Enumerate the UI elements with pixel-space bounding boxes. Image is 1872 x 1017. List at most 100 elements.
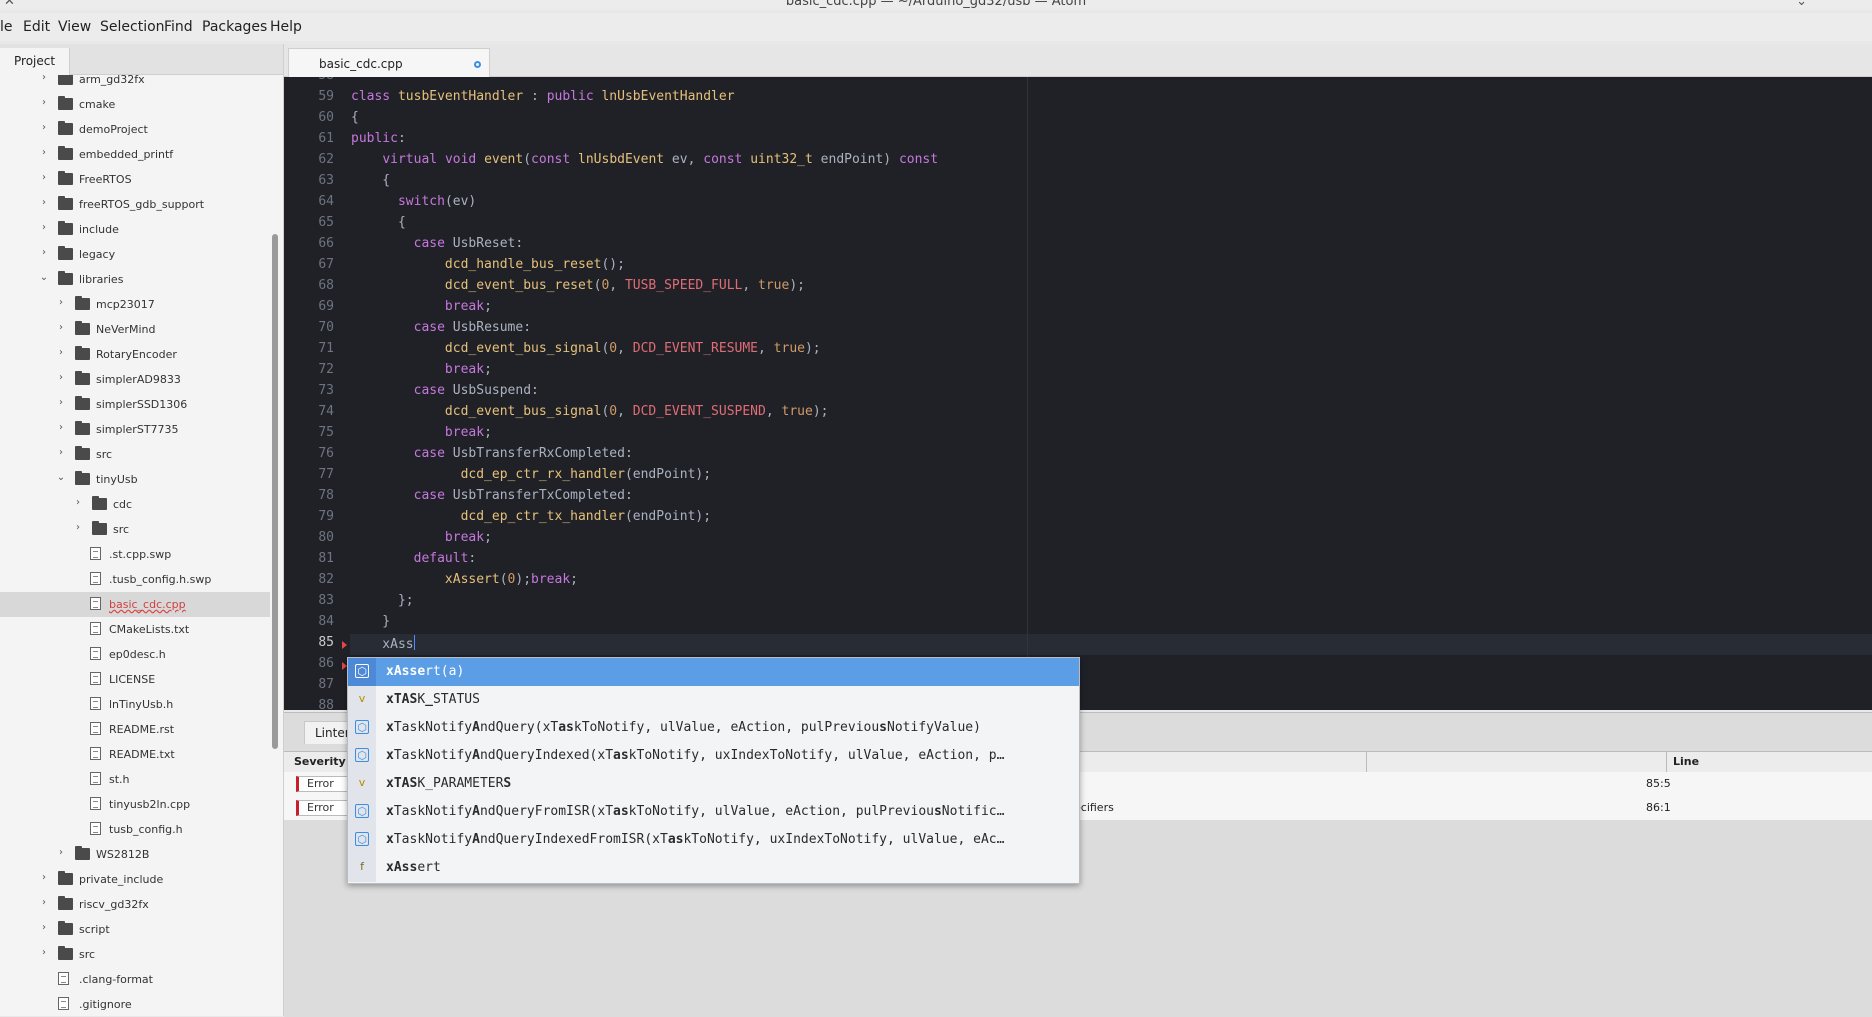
tree-folder-libraries[interactable]: ⌄ libraries xyxy=(0,267,270,292)
line-header[interactable]: Line xyxy=(1673,755,1699,768)
chevron-right-icon[interactable]: › xyxy=(39,897,49,908)
tree-file-tusb-config-h[interactable]: tusb_config.h xyxy=(0,817,270,842)
chevron-right-icon[interactable]: › xyxy=(39,947,49,958)
lint-error-marker-icon[interactable] xyxy=(342,641,347,649)
tree-folder-simplerssd1306[interactable]: › simplerSSD1306 xyxy=(0,392,270,417)
autocomplete-suggestion[interactable]: ⬡ xTaskNotifyAndQueryIndexedFromISR(xTask… xyxy=(348,826,1079,854)
chevron-right-icon[interactable]: › xyxy=(39,247,49,258)
tree-folder-mcp23017[interactable]: › mcp23017 xyxy=(0,292,270,317)
chevron-right-icon[interactable]: › xyxy=(39,197,49,208)
menu-view[interactable]: View xyxy=(58,19,91,35)
tree-folder-freertos-gdb-support[interactable]: › freeRTOS_gdb_support xyxy=(0,192,270,217)
tree-folder-legacy[interactable]: › legacy xyxy=(0,242,270,267)
chevron-right-icon[interactable]: › xyxy=(73,497,83,508)
chevron-down-icon[interactable]: ⌄ xyxy=(56,472,66,483)
chevron-right-icon[interactable]: › xyxy=(39,75,49,83)
tree-folder-tinyusb[interactable]: ⌄ tinyUsb xyxy=(0,467,270,492)
code-line[interactable]: case UsbTransferRxCompleted: xyxy=(351,446,633,467)
tree-folder-script[interactable]: › script xyxy=(0,917,270,942)
menu-selection[interactable]: Selection xyxy=(100,19,165,35)
code-line[interactable]: dcd_handle_bus_reset(); xyxy=(351,257,625,278)
tree-folder-simplerst7735[interactable]: › simplerST7735 xyxy=(0,417,270,442)
code-line[interactable]: { xyxy=(351,110,359,131)
chevron-right-icon[interactable]: › xyxy=(39,122,49,133)
chevron-right-icon[interactable]: › xyxy=(39,147,49,158)
chevron-right-icon[interactable]: › xyxy=(56,447,66,458)
code-line[interactable]: default: xyxy=(351,551,477,572)
chevron-right-icon[interactable]: › xyxy=(56,422,66,433)
code-line[interactable]: break; xyxy=(351,299,492,320)
code-line[interactable]: case UsbReset: xyxy=(351,236,524,257)
tree-file-license[interactable]: LICENSE xyxy=(0,667,270,692)
chevron-right-icon[interactable]: › xyxy=(56,397,66,408)
tree-file-gitignore[interactable]: .gitignore xyxy=(0,992,270,1016)
window-controls[interactable]: ⌄ ⌃ xyxy=(1796,0,1864,9)
lint-line-link[interactable]: 86:1 xyxy=(1646,801,1671,814)
menu-file[interactable]: le xyxy=(0,19,13,35)
tree-file-readme-rst[interactable]: README.rst xyxy=(0,717,270,742)
menu-edit[interactable]: Edit xyxy=(23,19,50,35)
autocomplete-suggestion[interactable]: f xAssert xyxy=(348,854,1079,882)
chevron-right-icon[interactable]: › xyxy=(56,322,66,333)
tree-file-tusb-config-h-swp[interactable]: .tusb_config.h.swp xyxy=(0,567,270,592)
tree-folder-private-include[interactable]: › private_include xyxy=(0,867,270,892)
code-line[interactable]: xAssert(0);break; xyxy=(351,572,578,593)
tree-folder-src[interactable]: › src xyxy=(0,442,270,467)
tree-folder-src[interactable]: › src xyxy=(0,942,270,967)
chevron-right-icon[interactable]: › xyxy=(56,847,66,858)
chevron-right-icon[interactable]: › xyxy=(73,522,83,533)
tree-file-basic-cdc-cpp[interactable]: basic_cdc.cpp xyxy=(0,592,270,617)
chevron-right-icon[interactable]: › xyxy=(39,172,49,183)
tree-folder-embedded-printf[interactable]: › embedded_printf xyxy=(0,142,270,167)
code-line[interactable]: public: xyxy=(351,131,406,152)
tree-file-st-h[interactable]: st.h xyxy=(0,767,270,792)
tree-file-lntinyusb-h[interactable]: lnTinyUsb.h xyxy=(0,692,270,717)
chevron-right-icon[interactable]: › xyxy=(56,347,66,358)
tree-file-cmakelists-txt[interactable]: CMakeLists.txt xyxy=(0,617,270,642)
chevron-right-icon[interactable]: › xyxy=(39,97,49,108)
chevron-right-icon[interactable]: › xyxy=(56,372,66,383)
tree-folder-cdc[interactable]: › cdc xyxy=(0,492,270,517)
autocomplete-suggestion[interactable]: v xTASK_PARAMETERS xyxy=(348,770,1079,798)
code-line[interactable]: break; xyxy=(351,530,492,551)
code-line[interactable]: dcd_ep_ctr_tx_handler(endPoint); xyxy=(351,509,711,530)
code-line[interactable]: dcd_event_bus_reset(0, TUSB_SPEED_FULL, … xyxy=(351,278,805,299)
tab-basic-cdc[interactable]: basic_cdc.cpp xyxy=(288,48,490,77)
chevron-down-icon[interactable]: ⌄ xyxy=(39,272,49,283)
tree-folder-ws2812b[interactable]: › WS2812B xyxy=(0,842,270,867)
autocomplete-suggestion[interactable]: v xTASK_STATUS xyxy=(348,686,1079,714)
tree-folder-src[interactable]: › src xyxy=(0,517,270,542)
menu-find[interactable]: Find xyxy=(164,19,193,35)
menu-packages[interactable]: Packages xyxy=(202,19,267,35)
code-line[interactable]: class tusbEventHandler : public lnUsbEve… xyxy=(351,89,735,110)
code-line[interactable]: virtual void event(const lnUsbdEvent ev,… xyxy=(351,152,938,173)
autocomplete-suggestion[interactable]: ⬡ xTaskNotifyAndQueryFromISR(xTaskToNotif… xyxy=(348,798,1079,826)
tree-file-readme-txt[interactable]: README.txt xyxy=(0,742,270,767)
code-editor[interactable]: 58 59 60 61 62 63 64 65 66 67 68 69 70 71 72 73 74 75 76 77… xyxy=(284,77,1872,710)
tree-folder-freertos[interactable]: › FreeRTOS xyxy=(0,167,270,192)
code-line[interactable]: { xyxy=(351,173,390,194)
tree-folder-include[interactable]: › include xyxy=(0,217,270,242)
sidebar-scrollbar[interactable] xyxy=(272,234,278,749)
autocomplete-suggestion[interactable]: ⬡ xTaskNotifyAndQuery(xTaskToNotify, ulVa… xyxy=(348,714,1079,742)
tree-file-clang-format[interactable]: .clang-format xyxy=(0,967,270,992)
severity-header[interactable]: Severity xyxy=(294,755,346,768)
tree-folder-arm-gd32fx[interactable]: › arm_gd32fx xyxy=(0,75,270,92)
tree-file-tinyusb2ln-cpp[interactable]: tinyusb2ln.cpp xyxy=(0,792,270,817)
tree-folder-rotaryencoder[interactable]: › RotaryEncoder xyxy=(0,342,270,367)
tree-folder-cmake[interactable]: › cmake xyxy=(0,92,270,117)
lint-line-link[interactable]: 85:5 xyxy=(1646,777,1671,790)
code-line[interactable]: dcd_event_bus_signal(0, DCD_EVENT_SUSPEN… xyxy=(351,404,829,425)
tree-file-ep0desc-h[interactable]: ep0desc.h xyxy=(0,642,270,667)
tree-folder-simplerad9833[interactable]: › simplerAD9833 xyxy=(0,367,270,392)
modified-indicator-icon[interactable] xyxy=(474,61,481,68)
menu-help[interactable]: Help xyxy=(270,19,302,35)
code-line[interactable]: switch(ev) xyxy=(351,194,476,215)
code-line[interactable]: }; xyxy=(351,593,414,614)
tree-folder-demoproject[interactable]: › demoProject xyxy=(0,117,270,142)
chevron-right-icon[interactable]: › xyxy=(39,872,49,883)
code-line[interactable]: case UsbResume: xyxy=(351,320,531,341)
tree-folder-nevermind[interactable]: › NeVerMind xyxy=(0,317,270,342)
autocomplete-suggestion[interactable]: ⬡ xAssert(a) xyxy=(348,658,1079,686)
code-line[interactable]: dcd_ep_ctr_rx_handler(endPoint); xyxy=(351,467,711,488)
